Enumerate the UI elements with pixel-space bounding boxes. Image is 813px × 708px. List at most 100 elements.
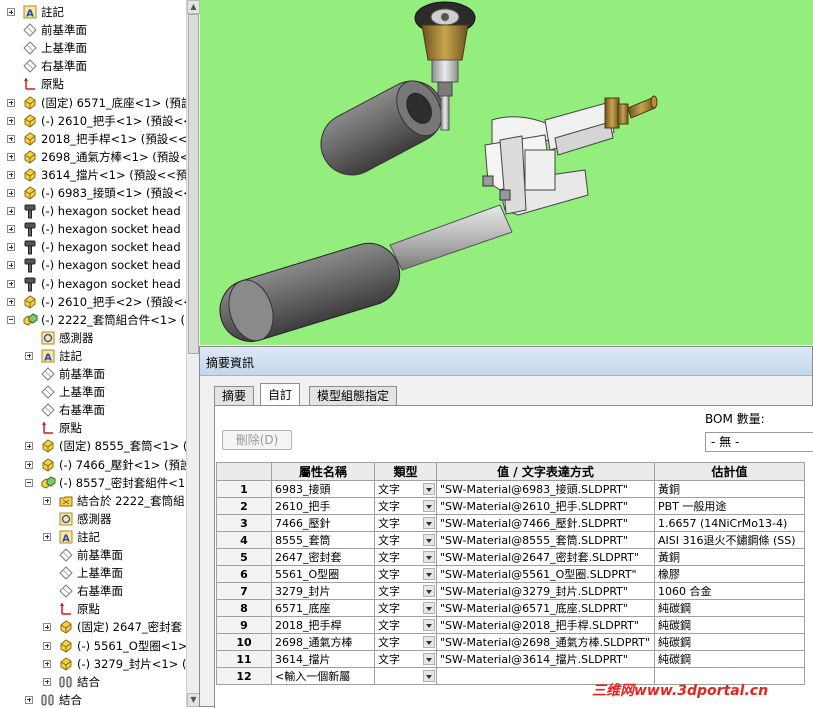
tree-node[interactable]: (-) 8557_密封套組件<1 bbox=[0, 474, 186, 492]
type-dropdown-cell[interactable]: 文字 bbox=[374, 599, 437, 617]
value-expression-cell[interactable]: "SW-Material@2698_通氣方棒.SLDPRT" bbox=[436, 633, 655, 651]
chevron-down-icon[interactable] bbox=[423, 602, 435, 614]
tab-config-specific[interactable]: 模型組態指定 bbox=[309, 386, 398, 405]
property-name-cell[interactable]: 3279_封片 bbox=[271, 582, 375, 600]
tree-node[interactable]: (固定) 2647_密封套 bbox=[0, 618, 186, 636]
value-expression-cell[interactable]: "SW-Material@5561_O型圈.SLDPRT" bbox=[436, 565, 655, 583]
expand-toggle[interactable] bbox=[7, 243, 15, 252]
expand-toggle[interactable] bbox=[7, 8, 15, 16]
expand-toggle[interactable] bbox=[7, 279, 15, 288]
type-dropdown-cell[interactable]: 文字 bbox=[374, 531, 437, 549]
value-expression-cell[interactable]: "SW-Material@3614_擋片.SLDPRT" bbox=[436, 650, 655, 668]
tree-node[interactable]: 2698_通氣方棒<1> (預設< bbox=[0, 148, 186, 166]
value-expression-cell[interactable]: "SW-Material@2018_把手桿.SLDPRT" bbox=[436, 616, 655, 634]
table-row[interactable]: 7 3279_封片 文字 "SW-Material@3279_封片.SLDPRT" 10… bbox=[216, 582, 805, 600]
dialog-title-bar[interactable]: 摘要資訊 bbox=[200, 347, 812, 376]
tree-node[interactable]: 感測器 bbox=[0, 329, 186, 347]
evaluated-value-cell[interactable]: 黃銅 bbox=[654, 548, 805, 566]
tree-node[interactable]: 右基準面 bbox=[0, 401, 186, 419]
tree-node[interactable]: 2018_把手桿<1> (預設<< bbox=[0, 130, 186, 148]
tree-node[interactable]: (-) 2610_把手<2> (預設<< bbox=[0, 293, 186, 311]
evaluated-value-cell[interactable]: 橡膠 bbox=[654, 565, 805, 583]
property-name-cell[interactable]: 2647_密封套 bbox=[271, 548, 375, 566]
table-row[interactable]: 2 2610_把手 文字 "SW-Material@2610_把手.SLDPRT" PB… bbox=[216, 497, 805, 515]
expand-toggle[interactable] bbox=[43, 623, 51, 632]
property-name-cell[interactable]: <輸入一個新屬 bbox=[271, 667, 375, 685]
bom-quantity-select[interactable]: - 無 - bbox=[705, 432, 813, 452]
chevron-down-icon[interactable] bbox=[423, 585, 435, 597]
property-name-cell[interactable]: 7466_壓針 bbox=[271, 514, 375, 532]
evaluated-value-cell[interactable]: 1.6657 (14NiCrMo13-4) bbox=[654, 514, 805, 532]
expand-toggle[interactable] bbox=[7, 189, 15, 197]
value-expression-cell[interactable]: "SW-Material@3279_封片.SLDPRT" bbox=[436, 582, 655, 600]
table-row[interactable]: 10 2698_通氣方棒 文字 "SW-Material@2698_通氣方棒.SLDP… bbox=[216, 633, 805, 651]
expand-toggle[interactable] bbox=[7, 116, 15, 125]
property-name-cell[interactable]: 6983_接頭 bbox=[271, 480, 375, 498]
tree-node[interactable]: (-) 2610_把手<1> (預設<< bbox=[0, 112, 186, 130]
type-dropdown-cell[interactable]: 文字 bbox=[374, 616, 437, 634]
tree-node[interactable]: (-) 6983_接頭<1> (預設<< bbox=[0, 184, 186, 202]
expand-toggle[interactable] bbox=[43, 641, 51, 650]
feature-tree[interactable]: A 註記 前基準面 上基準面 右基準面 原點 (固定) 6571_底座<1> (預設 (-) … bbox=[0, 0, 186, 707]
value-expression-cell[interactable]: "SW-Material@7466_壓針.SLDPRT" bbox=[436, 514, 655, 532]
type-dropdown-cell[interactable]: 文字 bbox=[374, 633, 437, 651]
type-dropdown-cell[interactable]: 文字 bbox=[374, 480, 437, 498]
property-name-cell[interactable]: 8555_套筒 bbox=[271, 531, 375, 549]
tree-node[interactable]: (-) 7466_壓針<1> (預設 bbox=[0, 456, 186, 474]
value-expression-cell[interactable]: "SW-Material@6983_接頭.SLDPRT" bbox=[436, 480, 655, 498]
tree-scrollbar[interactable]: ▲ ▼ bbox=[186, 0, 200, 707]
property-name-cell[interactable]: 2018_把手桿 bbox=[271, 616, 375, 634]
tree-node[interactable]: 上基準面 bbox=[0, 564, 186, 582]
type-dropdown-cell[interactable]: 文字 bbox=[374, 582, 437, 600]
table-row[interactable]: 9 2018_把手桿 文字 "SW-Material@2018_把手桿.SLDPRT"… bbox=[216, 616, 805, 634]
tree-node[interactable]: (-) hexagon socket head bbox=[0, 256, 186, 274]
chevron-down-icon[interactable] bbox=[423, 670, 435, 682]
evaluated-value-cell[interactable]: 1060 合金 bbox=[654, 582, 805, 600]
header-value-expression[interactable]: 值 / 文字表達方式 bbox=[436, 462, 655, 481]
tree-node[interactable]: (-) 3279_封片<1> ( bbox=[0, 655, 186, 673]
expand-toggle[interactable] bbox=[25, 695, 33, 704]
type-dropdown-cell[interactable]: 文字 bbox=[374, 548, 437, 566]
table-row[interactable]: 3 7466_壓針 文字 "SW-Material@7466_壓針.SLDPRT" 1.… bbox=[216, 514, 805, 532]
evaluated-value-cell[interactable]: 純碳鋼 bbox=[654, 633, 805, 651]
tree-node[interactable]: 原點 bbox=[0, 600, 186, 618]
value-expression-cell[interactable]: "SW-Material@6571_底座.SLDPRT" bbox=[436, 599, 655, 617]
chevron-down-icon[interactable] bbox=[423, 653, 435, 665]
value-expression-cell[interactable]: "SW-Material@2610_把手.SLDPRT" bbox=[436, 497, 655, 515]
tree-node[interactable]: 上基準面 bbox=[0, 39, 186, 57]
evaluated-value-cell[interactable]: AISI 316退火不鏽鋼條 (SS) bbox=[654, 531, 805, 549]
collapse-toggle[interactable] bbox=[25, 478, 33, 487]
expand-toggle[interactable] bbox=[7, 170, 15, 179]
chevron-down-icon[interactable] bbox=[423, 619, 435, 631]
tree-node[interactable]: 上基準面 bbox=[0, 383, 186, 401]
tree-node[interactable]: (-) hexagon socket head bbox=[0, 202, 186, 220]
tree-node[interactable]: 前基準面 bbox=[0, 546, 186, 564]
expand-toggle[interactable] bbox=[7, 152, 15, 161]
chevron-down-icon[interactable] bbox=[423, 517, 435, 529]
collapse-toggle[interactable] bbox=[7, 315, 15, 324]
property-name-cell[interactable]: 2698_通氣方棒 bbox=[271, 633, 375, 651]
chevron-down-icon[interactable] bbox=[423, 534, 435, 546]
chevron-down-icon[interactable] bbox=[423, 483, 435, 495]
tree-node[interactable]: 結合 bbox=[0, 673, 186, 691]
property-name-cell[interactable]: 3614_擋片 bbox=[271, 650, 375, 668]
expand-toggle[interactable] bbox=[25, 460, 33, 469]
header-type[interactable]: 類型 bbox=[374, 462, 437, 481]
header-property-name[interactable]: 屬性名稱 bbox=[271, 462, 375, 481]
chevron-down-icon[interactable] bbox=[423, 551, 435, 563]
tree-node[interactable]: 原點 bbox=[0, 75, 186, 93]
expand-toggle[interactable] bbox=[7, 261, 15, 270]
expand-toggle[interactable] bbox=[7, 134, 15, 143]
tree-node[interactable]: (-) 5561_O型圈<1> bbox=[0, 637, 186, 655]
evaluated-value-cell[interactable]: 黃銅 bbox=[654, 480, 805, 498]
property-name-cell[interactable]: 2610_把手 bbox=[271, 497, 375, 515]
type-dropdown-cell[interactable] bbox=[374, 667, 437, 685]
delete-button[interactable]: 刪除(D) bbox=[222, 430, 292, 450]
expand-toggle[interactable] bbox=[7, 207, 15, 216]
expand-toggle[interactable] bbox=[43, 659, 51, 668]
type-dropdown-cell[interactable]: 文字 bbox=[374, 650, 437, 668]
expand-toggle[interactable] bbox=[43, 532, 51, 541]
expand-toggle[interactable] bbox=[25, 351, 33, 360]
chevron-down-icon[interactable] bbox=[423, 568, 435, 580]
type-dropdown-cell[interactable]: 文字 bbox=[374, 565, 437, 583]
